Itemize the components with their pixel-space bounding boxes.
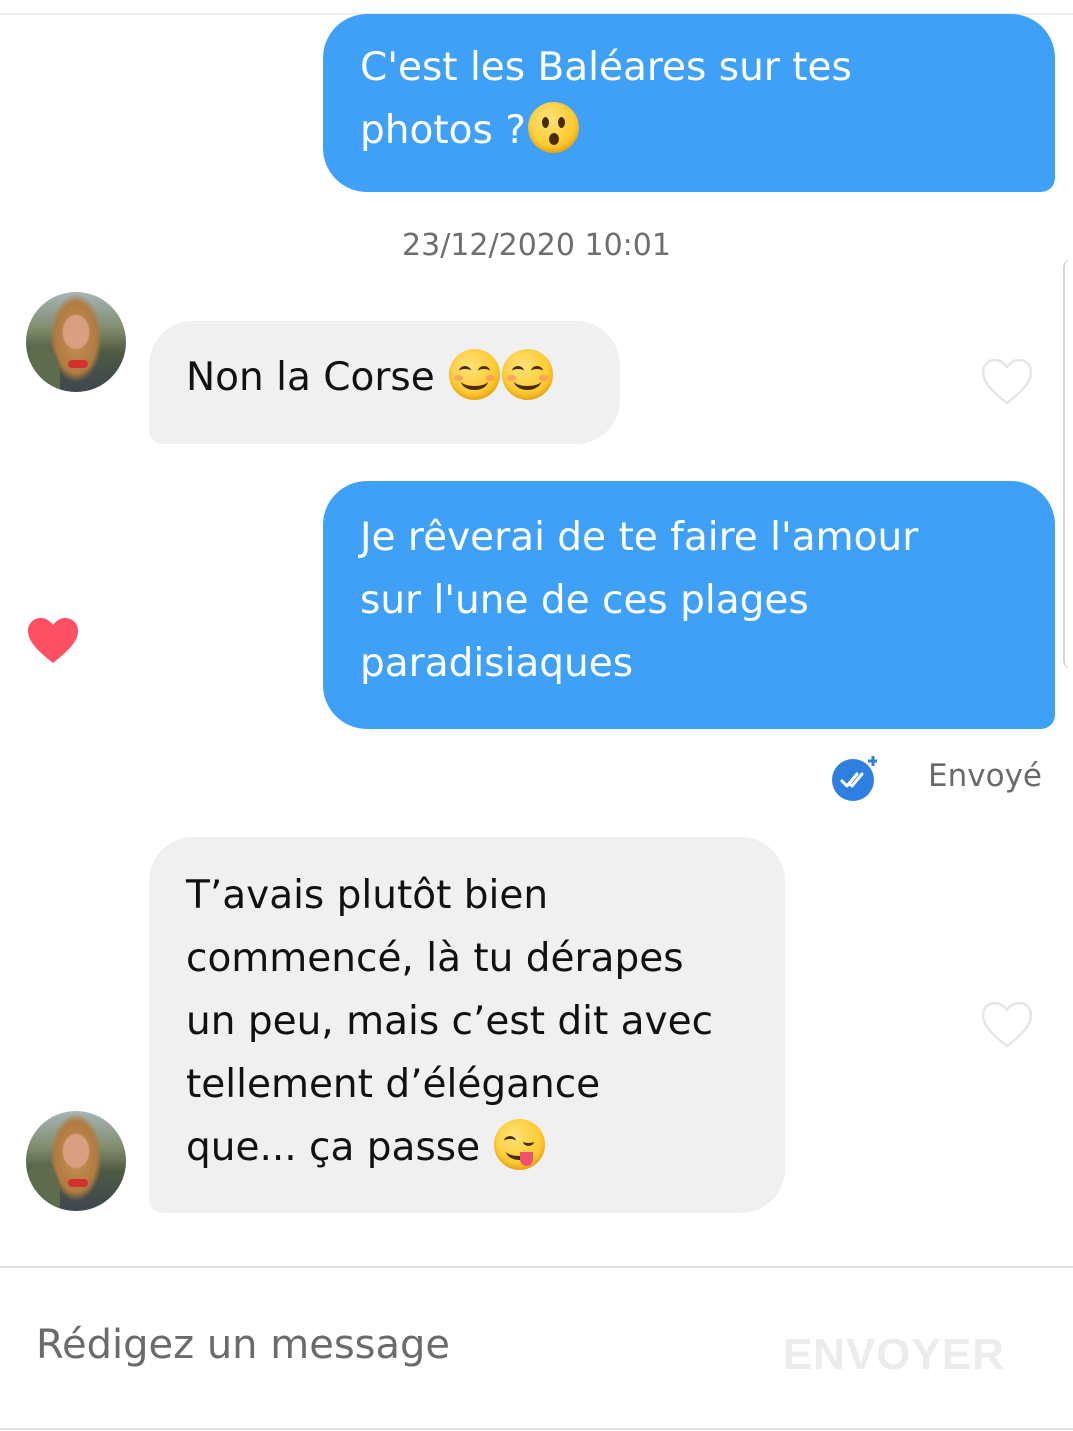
scrollbar[interactable]: [1063, 258, 1073, 670]
message-input[interactable]: [36, 1322, 736, 1368]
message-line: sur l'une de ces plages: [360, 578, 809, 623]
relieved-face-icon: [449, 349, 501, 400]
face-savoring-food-icon: [494, 1119, 546, 1170]
message-line: commencé, là tu dérapes: [186, 936, 684, 981]
message-line: tellement d’élégance: [186, 1062, 601, 1107]
match-avatar[interactable]: [26, 292, 126, 392]
sent-status: Envoyé: [928, 758, 1042, 794]
message-line: C'est les Baléares sur tes: [360, 45, 852, 90]
message-line-text: photos ?: [360, 108, 526, 153]
relieved-face-icon: [502, 349, 554, 400]
like-heart-outline-icon[interactable]: [980, 1000, 1034, 1050]
message-line-text: que... ça passe: [186, 1125, 493, 1170]
message-line: que... ça passe: [186, 1116, 749, 1179]
message-line: T’avais plutôt bien: [186, 873, 549, 918]
hushed-face-icon: [527, 102, 579, 153]
match-avatar[interactable]: [26, 1111, 126, 1211]
message-line: photos ?: [360, 99, 1019, 162]
like-heart-outline-icon[interactable]: [980, 357, 1034, 407]
message-line: Non la Corse: [186, 349, 584, 407]
liked-heart-icon[interactable]: [26, 616, 80, 666]
read-receipt-plus-icon[interactable]: [829, 754, 877, 802]
message-bubble-incoming[interactable]: T’avais plutôt bien commencé, là tu déra…: [149, 837, 785, 1213]
message-line: un peu, mais c’est dit avec: [186, 999, 714, 1044]
message-bubble-incoming[interactable]: Non la Corse: [149, 321, 620, 444]
message-bubble-outgoing[interactable]: Je rêverai de te faire l'amour sur l'une…: [323, 481, 1055, 729]
message-timestamp: 23/12/2020 10:01: [402, 228, 671, 263]
message-line: Je rêverai de te faire l'amour: [360, 515, 919, 560]
send-button[interactable]: ENVOYER: [783, 1330, 1005, 1380]
message-composer: ENVOYER: [0, 1266, 1073, 1430]
message-line: paradisiaques: [360, 641, 634, 686]
message-line-text: Non la Corse: [186, 355, 448, 400]
message-bubble-outgoing[interactable]: C'est les Baléares sur tes photos ?: [323, 14, 1055, 192]
